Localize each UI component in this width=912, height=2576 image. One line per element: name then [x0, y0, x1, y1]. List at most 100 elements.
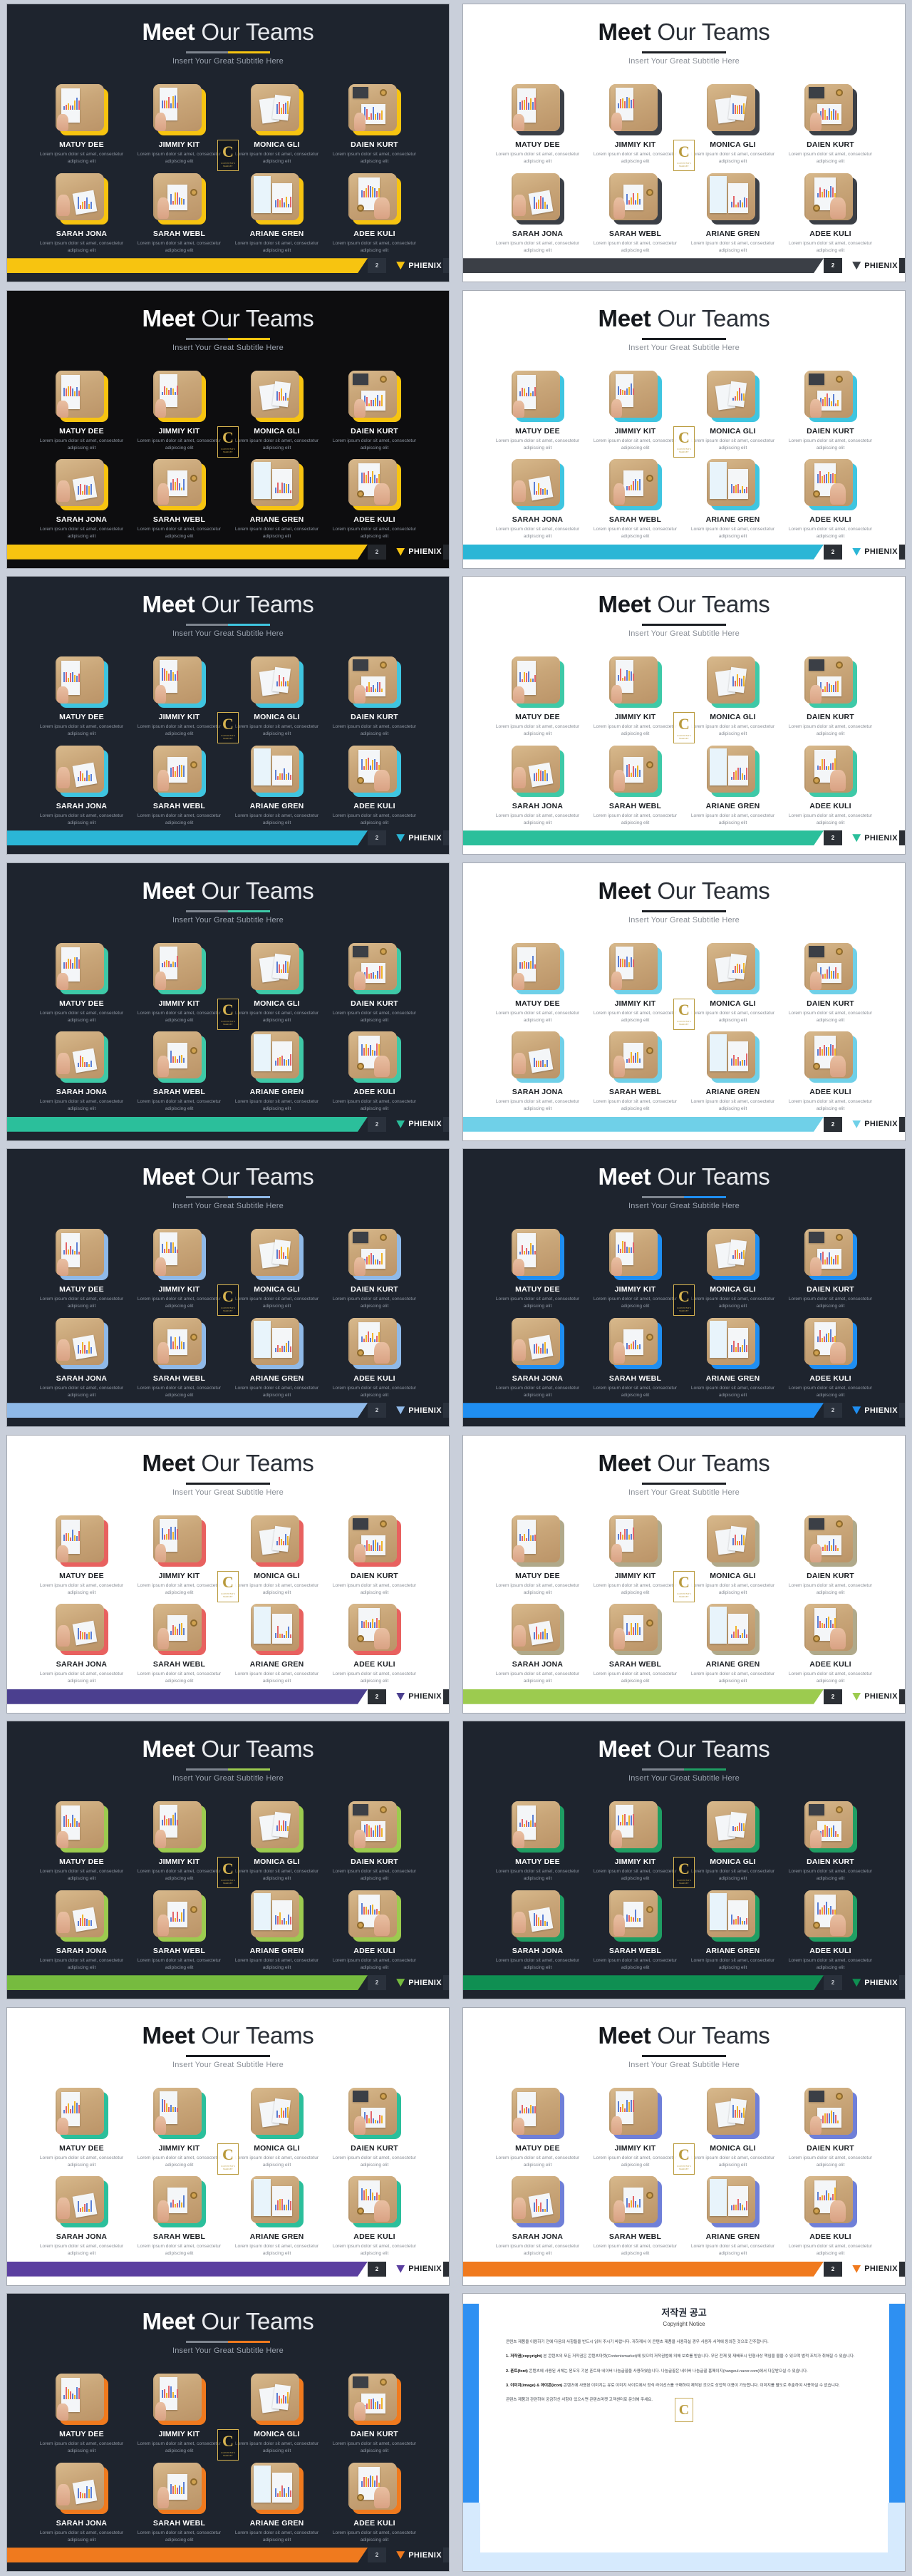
- team-member-card[interactable]: JIMMIY KIT Lorem ipsum dolor sit amet, c…: [592, 2088, 678, 2169]
- team-member-card[interactable]: ARIANE GREN Lorem ipsum dolor sit amet, …: [690, 2176, 776, 2257]
- team-member-card[interactable]: DAIEN KURT Lorem ipsum dolor sit amet, c…: [331, 1229, 418, 1310]
- team-member-card[interactable]: ARIANE GREN Lorem ipsum dolor sit amet, …: [234, 173, 320, 254]
- team-member-card[interactable]: ADEE KULI Lorem ipsum dolor sit amet, co…: [787, 459, 874, 540]
- team-member-card[interactable]: SARAH WEBL Lorem ipsum dolor sit amet, c…: [592, 1318, 678, 1399]
- team-member-card[interactable]: SARAH JONA Lorem ipsum dolor sit amet, c…: [38, 2463, 125, 2544]
- team-member-card[interactable]: DAIEN KURT Lorem ipsum dolor sit amet, c…: [331, 2374, 418, 2455]
- team-member-card[interactable]: MONICA GLI Lorem ipsum dolor sit amet, c…: [690, 84, 776, 165]
- team-member-card[interactable]: DAIEN KURT Lorem ipsum dolor sit amet, c…: [787, 1515, 874, 1597]
- team-member-card[interactable]: SARAH WEBL Lorem ipsum dolor sit amet, c…: [592, 173, 678, 254]
- team-member-card[interactable]: MATUY DEE Lorem ipsum dolor sit amet, co…: [494, 656, 581, 738]
- slide-thumbnail-wrapper[interactable]: Meet Our Teams Insert Your Great Subtitl…: [0, 859, 456, 1145]
- team-member-card[interactable]: SARAH JONA Lorem ipsum dolor sit amet, c…: [494, 746, 581, 827]
- slide-thumbnail-wrapper[interactable]: Meet Our Teams Insert Your Great Subtitl…: [456, 1145, 912, 1431]
- team-member-card[interactable]: ADEE KULI Lorem ipsum dolor sit amet, co…: [787, 1031, 874, 1113]
- team-member-card[interactable]: DAIEN KURT Lorem ipsum dolor sit amet, c…: [331, 656, 418, 738]
- team-member-card[interactable]: ARIANE GREN Lorem ipsum dolor sit amet, …: [234, 746, 320, 827]
- team-member-card[interactable]: DAIEN KURT Lorem ipsum dolor sit amet, c…: [331, 371, 418, 452]
- team-member-card[interactable]: JIMMIY KIT Lorem ipsum dolor sit amet, c…: [136, 1801, 222, 1882]
- team-member-card[interactable]: DAIEN KURT Lorem ipsum dolor sit amet, c…: [787, 943, 874, 1024]
- team-member-card[interactable]: DAIEN KURT Lorem ipsum dolor sit amet, c…: [331, 1801, 418, 1882]
- team-member-card[interactable]: MATUY DEE Lorem ipsum dolor sit amet, co…: [494, 1515, 581, 1597]
- team-member-card[interactable]: MATUY DEE Lorem ipsum dolor sit amet, co…: [494, 84, 581, 165]
- team-member-card[interactable]: ARIANE GREN Lorem ipsum dolor sit amet, …: [234, 1031, 320, 1113]
- team-member-card[interactable]: ARIANE GREN Lorem ipsum dolor sit amet, …: [690, 1318, 776, 1399]
- team-member-card[interactable]: MATUY DEE Lorem ipsum dolor sit amet, co…: [38, 1229, 125, 1310]
- team-member-card[interactable]: SARAH JONA Lorem ipsum dolor sit amet, c…: [38, 1318, 125, 1399]
- team-member-card[interactable]: DAIEN KURT Lorem ipsum dolor sit amet, c…: [787, 84, 874, 165]
- team-member-card[interactable]: MATUY DEE Lorem ipsum dolor sit amet, co…: [38, 656, 125, 738]
- team-member-card[interactable]: SARAH WEBL Lorem ipsum dolor sit amet, c…: [136, 746, 222, 827]
- slide-3[interactable]: Meet Our Teams Insert Your Great Subtitl…: [7, 291, 449, 568]
- slide-thumbnail-wrapper[interactable]: Meet Our Teams Insert Your Great Subtitl…: [456, 2004, 912, 2290]
- team-member-card[interactable]: SARAH WEBL Lorem ipsum dolor sit amet, c…: [136, 1604, 222, 1685]
- team-member-card[interactable]: SARAH WEBL Lorem ipsum dolor sit amet, c…: [136, 1031, 222, 1113]
- team-member-card[interactable]: SARAH WEBL Lorem ipsum dolor sit amet, c…: [592, 746, 678, 827]
- team-member-card[interactable]: DAIEN KURT Lorem ipsum dolor sit amet, c…: [787, 656, 874, 738]
- team-member-card[interactable]: MONICA GLI Lorem ipsum dolor sit amet, c…: [690, 656, 776, 738]
- slide-15[interactable]: Meet Our Teams Insert Your Great Subtitl…: [7, 2008, 449, 2285]
- team-member-card[interactable]: ADEE KULI Lorem ipsum dolor sit amet, co…: [787, 2176, 874, 2257]
- team-member-card[interactable]: ARIANE GREN Lorem ipsum dolor sit amet, …: [234, 1318, 320, 1399]
- slide-thumbnail-wrapper[interactable]: Meet Our Teams Insert Your Great Subtitl…: [0, 1431, 456, 1718]
- team-member-card[interactable]: JIMMIY KIT Lorem ipsum dolor sit amet, c…: [592, 1229, 678, 1310]
- team-member-card[interactable]: DAIEN KURT Lorem ipsum dolor sit amet, c…: [331, 2088, 418, 2169]
- team-member-card[interactable]: SARAH JONA Lorem ipsum dolor sit amet, c…: [494, 2176, 581, 2257]
- team-member-card[interactable]: SARAH WEBL Lorem ipsum dolor sit amet, c…: [136, 2176, 222, 2257]
- team-member-card[interactable]: SARAH WEBL Lorem ipsum dolor sit amet, c…: [592, 2176, 678, 2257]
- slide-8[interactable]: Meet Our Teams Insert Your Great Subtitl…: [463, 863, 905, 1140]
- team-member-card[interactable]: ADEE KULI Lorem ipsum dolor sit amet, co…: [787, 746, 874, 827]
- team-member-card[interactable]: SARAH JONA Lorem ipsum dolor sit amet, c…: [494, 173, 581, 254]
- team-member-card[interactable]: MONICA GLI Lorem ipsum dolor sit amet, c…: [234, 1515, 320, 1597]
- team-member-card[interactable]: SARAH JONA Lorem ipsum dolor sit amet, c…: [38, 2176, 125, 2257]
- team-member-card[interactable]: MONICA GLI Lorem ipsum dolor sit amet, c…: [234, 84, 320, 165]
- team-member-card[interactable]: ARIANE GREN Lorem ipsum dolor sit amet, …: [234, 459, 320, 540]
- team-member-card[interactable]: ARIANE GREN Lorem ipsum dolor sit amet, …: [690, 459, 776, 540]
- team-member-card[interactable]: MONICA GLI Lorem ipsum dolor sit amet, c…: [234, 1801, 320, 1882]
- team-member-card[interactable]: MONICA GLI Lorem ipsum dolor sit amet, c…: [234, 2374, 320, 2455]
- team-member-card[interactable]: ADEE KULI Lorem ipsum dolor sit amet, co…: [787, 1890, 874, 1972]
- slide-thumbnail-wrapper[interactable]: Meet Our Teams Insert Your Great Subtitl…: [0, 2289, 456, 2576]
- slide-5[interactable]: Meet Our Teams Insert Your Great Subtitl…: [7, 577, 449, 854]
- team-member-card[interactable]: SARAH JONA Lorem ipsum dolor sit amet, c…: [494, 1890, 581, 1972]
- slide-10[interactable]: Meet Our Teams Insert Your Great Subtitl…: [463, 1149, 905, 1426]
- team-member-card[interactable]: DAIEN KURT Lorem ipsum dolor sit amet, c…: [331, 1515, 418, 1597]
- slide-16[interactable]: Meet Our Teams Insert Your Great Subtitl…: [463, 2008, 905, 2285]
- team-member-card[interactable]: MONICA GLI Lorem ipsum dolor sit amet, c…: [690, 943, 776, 1024]
- team-member-card[interactable]: DAIEN KURT Lorem ipsum dolor sit amet, c…: [787, 1801, 874, 1882]
- team-member-card[interactable]: JIMMIY KIT Lorem ipsum dolor sit amet, c…: [136, 1515, 222, 1597]
- team-member-card[interactable]: ARIANE GREN Lorem ipsum dolor sit amet, …: [234, 2176, 320, 2257]
- team-member-card[interactable]: SARAH WEBL Lorem ipsum dolor sit amet, c…: [136, 173, 222, 254]
- team-member-card[interactable]: MONICA GLI Lorem ipsum dolor sit amet, c…: [690, 1801, 776, 1882]
- team-member-card[interactable]: ADEE KULI Lorem ipsum dolor sit amet, co…: [331, 2176, 418, 2257]
- slide-thumbnail-wrapper[interactable]: Meet Our Teams Insert Your Great Subtitl…: [0, 2004, 456, 2290]
- team-member-card[interactable]: SARAH WEBL Lorem ipsum dolor sit amet, c…: [592, 1890, 678, 1972]
- team-member-card[interactable]: MONICA GLI Lorem ipsum dolor sit amet, c…: [690, 1229, 776, 1310]
- slide-12[interactable]: Meet Our Teams Insert Your Great Subtitl…: [463, 1436, 905, 1713]
- team-member-card[interactable]: MATUY DEE Lorem ipsum dolor sit amet, co…: [38, 943, 125, 1024]
- team-member-card[interactable]: SARAH WEBL Lorem ipsum dolor sit amet, c…: [136, 459, 222, 540]
- team-member-card[interactable]: DAIEN KURT Lorem ipsum dolor sit amet, c…: [331, 84, 418, 165]
- team-member-card[interactable]: SARAH WEBL Lorem ipsum dolor sit amet, c…: [136, 1890, 222, 1972]
- team-member-card[interactable]: MATUY DEE Lorem ipsum dolor sit amet, co…: [38, 2374, 125, 2455]
- team-member-card[interactable]: DAIEN KURT Lorem ipsum dolor sit amet, c…: [331, 943, 418, 1024]
- team-member-card[interactable]: ADEE KULI Lorem ipsum dolor sit amet, co…: [331, 173, 418, 254]
- team-member-card[interactable]: MATUY DEE Lorem ipsum dolor sit amet, co…: [494, 1229, 581, 1310]
- team-member-card[interactable]: ARIANE GREN Lorem ipsum dolor sit amet, …: [234, 1890, 320, 1972]
- team-member-card[interactable]: SARAH JONA Lorem ipsum dolor sit amet, c…: [38, 173, 125, 254]
- team-member-card[interactable]: JIMMIY KIT Lorem ipsum dolor sit amet, c…: [136, 943, 222, 1024]
- slide-thumbnail-wrapper[interactable]: Meet Our Teams Insert Your Great Subtitl…: [0, 287, 456, 573]
- team-member-card[interactable]: SARAH WEBL Lorem ipsum dolor sit amet, c…: [136, 1318, 222, 1399]
- team-member-card[interactable]: MONICA GLI Lorem ipsum dolor sit amet, c…: [234, 2088, 320, 2169]
- team-member-card[interactable]: ARIANE GREN Lorem ipsum dolor sit amet, …: [690, 1890, 776, 1972]
- slide-thumbnail-wrapper[interactable]: Meet Our Teams Insert Your Great Subtitl…: [456, 572, 912, 859]
- slide-17[interactable]: Meet Our Teams Insert Your Great Subtitl…: [7, 2294, 449, 2571]
- team-member-card[interactable]: ADEE KULI Lorem ipsum dolor sit amet, co…: [331, 746, 418, 827]
- team-member-card[interactable]: ARIANE GREN Lorem ipsum dolor sit amet, …: [690, 173, 776, 254]
- slide-thumbnail-wrapper[interactable]: Meet Our Teams Insert Your Great Subtitl…: [0, 1717, 456, 2004]
- team-member-card[interactable]: SARAH JONA Lorem ipsum dolor sit amet, c…: [38, 459, 125, 540]
- team-member-card[interactable]: ADEE KULI Lorem ipsum dolor sit amet, co…: [331, 1890, 418, 1972]
- team-member-card[interactable]: MATUY DEE Lorem ipsum dolor sit amet, co…: [494, 371, 581, 452]
- team-member-card[interactable]: DAIEN KURT Lorem ipsum dolor sit amet, c…: [787, 2088, 874, 2169]
- team-member-card[interactable]: SARAH WEBL Lorem ipsum dolor sit amet, c…: [592, 459, 678, 540]
